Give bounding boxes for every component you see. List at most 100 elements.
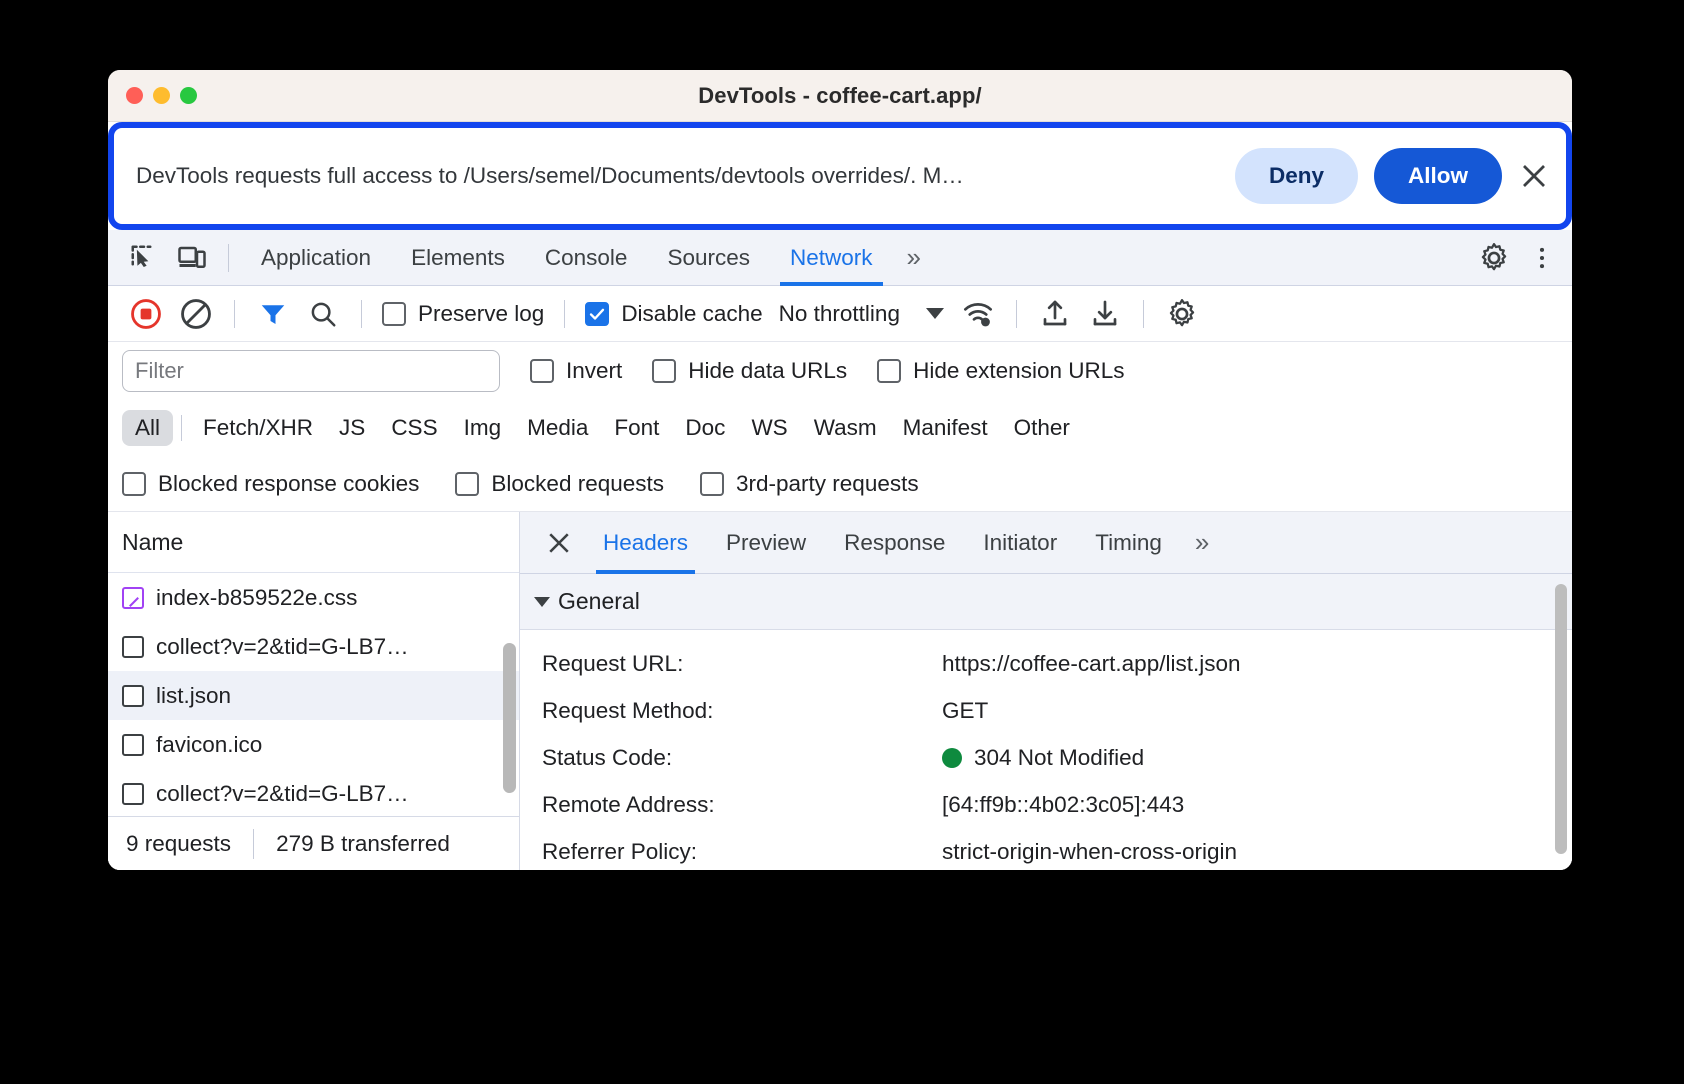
search-input[interactable]	[122, 350, 500, 392]
tab-initiator[interactable]: Initiator	[964, 512, 1076, 574]
document-icon	[122, 684, 144, 707]
header-value: strict-origin-when-cross-origin	[942, 838, 1238, 864]
tab-sources[interactable]: Sources	[647, 230, 770, 286]
close-infobar-button[interactable]	[1502, 148, 1566, 204]
tab-label: Initiator	[983, 529, 1058, 555]
header-value: [64:ff9b::4b02:3c05]:443	[942, 791, 1185, 817]
type-filter-media[interactable]: Media	[514, 410, 601, 446]
disable-cache-checkbox[interactable]: Disable cache	[585, 301, 763, 327]
deny-button[interactable]: Deny	[1234, 148, 1358, 204]
filter-icon	[261, 304, 285, 324]
export-har-button[interactable]	[1081, 292, 1129, 336]
type-filter-fetch-xhr[interactable]: Fetch/XHR	[190, 410, 326, 446]
network-conditions-button[interactable]	[954, 292, 1002, 336]
screenshot-root: DevTools - coffee-cart.app/ DevTools req…	[0, 0, 1684, 1084]
detail-pane-scrollbar[interactable]	[1555, 584, 1567, 854]
table-row[interactable]: index-b859522e.css	[108, 573, 519, 622]
checkbox-box[interactable]	[382, 301, 406, 326]
network-settings-button[interactable]	[1158, 292, 1206, 336]
toggle-device-toolbar-button[interactable]	[168, 236, 216, 280]
type-filter-all[interactable]: All	[122, 410, 174, 446]
type-filter-ws[interactable]: WS	[738, 410, 800, 446]
type-filter-font[interactable]: Font	[601, 410, 672, 446]
allow-button[interactable]: Allow	[1374, 148, 1502, 204]
inspect-element-button[interactable]	[120, 236, 168, 280]
checkbox-box[interactable]	[122, 471, 146, 496]
request-name: list.json	[156, 682, 232, 708]
checkbox-box[interactable]	[530, 359, 554, 383]
hide-extension-urls-checkbox[interactable]: Hide extension URLs	[877, 358, 1124, 384]
type-filter-js[interactable]: JS	[326, 410, 378, 446]
import-har-button[interactable]	[1031, 292, 1079, 336]
checkmark-icon	[590, 308, 605, 320]
hide-data-urls-label: Hide data URLs	[688, 358, 848, 383]
type-filter-divider	[181, 415, 183, 441]
invert-checkbox[interactable]: Invert	[530, 358, 622, 384]
blocked-response-cookies-checkbox[interactable]: Blocked response cookies	[122, 471, 419, 497]
chevron-down-icon	[925, 308, 944, 319]
permission-message: DevTools requests full access to /Users/…	[136, 163, 964, 188]
tab-response[interactable]: Response	[825, 512, 964, 574]
request-list-column-header[interactable]: Name	[108, 512, 519, 574]
checkbox-box[interactable]	[652, 359, 677, 383]
clear-network-log-button[interactable]	[172, 292, 220, 336]
more-tabs-button[interactable]: »	[893, 230, 935, 286]
blocked-requests-checkbox[interactable]: Blocked requests	[455, 471, 664, 497]
checkbox-box[interactable]	[877, 359, 902, 383]
toolbar-divider-1	[234, 299, 235, 328]
type-filter-manifest[interactable]: Manifest	[890, 410, 1001, 446]
table-row[interactable]: list.json	[108, 671, 519, 721]
toggle-filter-button[interactable]	[249, 292, 297, 336]
header-key: Referrer Policy:	[542, 838, 698, 864]
table-row[interactable]: collect?v=2&tid=G-LB7…	[108, 622, 519, 671]
close-detail-pane-button[interactable]	[534, 512, 584, 574]
tab-label: Network	[789, 244, 873, 270]
preserve-log-checkbox[interactable]: Preserve log	[382, 301, 544, 327]
more-detail-tabs-button[interactable]: »	[1181, 515, 1223, 571]
tab-preview[interactable]: Preview	[707, 512, 825, 574]
table-row[interactable]: collect?v=2&tid=G-LB7…	[108, 769, 519, 816]
header-row-referrer-policy: Referrer Policy: strict-origin-when-cros…	[520, 828, 1572, 870]
throttling-dropdown[interactable]: No throttling	[771, 301, 952, 327]
column-header-name: Name	[122, 528, 184, 555]
hide-extension-urls-label: Hide extension URLs	[913, 358, 1125, 383]
section-title: General	[558, 588, 640, 614]
tab-console[interactable]: Console	[525, 230, 648, 286]
header-value[interactable]: GET	[942, 698, 988, 724]
header-row-status-code: Status Code: 304 Not Modified	[520, 734, 1572, 781]
tab-elements[interactable]: Elements	[391, 230, 525, 286]
type-filter-css[interactable]: CSS	[378, 410, 450, 446]
type-filter-img[interactable]: Img	[451, 410, 515, 446]
devtools-more-options-button[interactable]	[1518, 236, 1566, 280]
type-filter-wasm[interactable]: Wasm	[801, 410, 890, 446]
checkbox-box[interactable]	[700, 471, 725, 496]
record-button[interactable]	[122, 292, 170, 336]
type-filter-other[interactable]: Other	[1001, 410, 1083, 446]
search-button[interactable]	[299, 292, 347, 336]
header-value-wrap: 304 Not Modified	[942, 745, 1144, 771]
kebab-menu-icon	[1539, 247, 1545, 268]
header-value[interactable]: https://coffee-cart.app/list.json	[942, 651, 1241, 677]
toolbar-divider-4	[1015, 299, 1017, 328]
gear-icon	[1481, 242, 1507, 270]
request-detail-pane: Headers Preview Response Initiator Timin…	[520, 512, 1572, 870]
checkbox-box[interactable]	[585, 301, 610, 326]
import-har-icon	[1043, 300, 1067, 325]
general-section-header[interactable]: General	[520, 574, 1572, 630]
request-list-scrollbar[interactable]	[503, 643, 516, 794]
wifi-settings-icon	[963, 302, 992, 326]
devtools-settings-button[interactable]	[1470, 236, 1518, 280]
third-party-requests-checkbox[interactable]: 3rd-party requests	[700, 471, 919, 497]
devtools-window: DevTools - coffee-cart.app/ DevTools req…	[108, 70, 1572, 870]
tab-headers[interactable]: Headers	[584, 512, 707, 574]
tab-application[interactable]: Application	[241, 230, 391, 286]
table-row[interactable]: favicon.ico	[108, 720, 519, 769]
request-name: collect?v=2&tid=G-LB7…	[156, 780, 409, 806]
checkbox-box[interactable]	[455, 471, 480, 496]
hide-data-urls-checkbox[interactable]: Hide data URLs	[652, 358, 847, 384]
tab-network[interactable]: Network	[770, 230, 893, 286]
tab-timing[interactable]: Timing	[1076, 512, 1181, 574]
header-key: Request URL:	[542, 650, 684, 676]
type-filter-doc[interactable]: Doc	[672, 410, 738, 446]
general-headers-list: Request URL: https://coffee-cart.app/lis…	[520, 630, 1572, 870]
